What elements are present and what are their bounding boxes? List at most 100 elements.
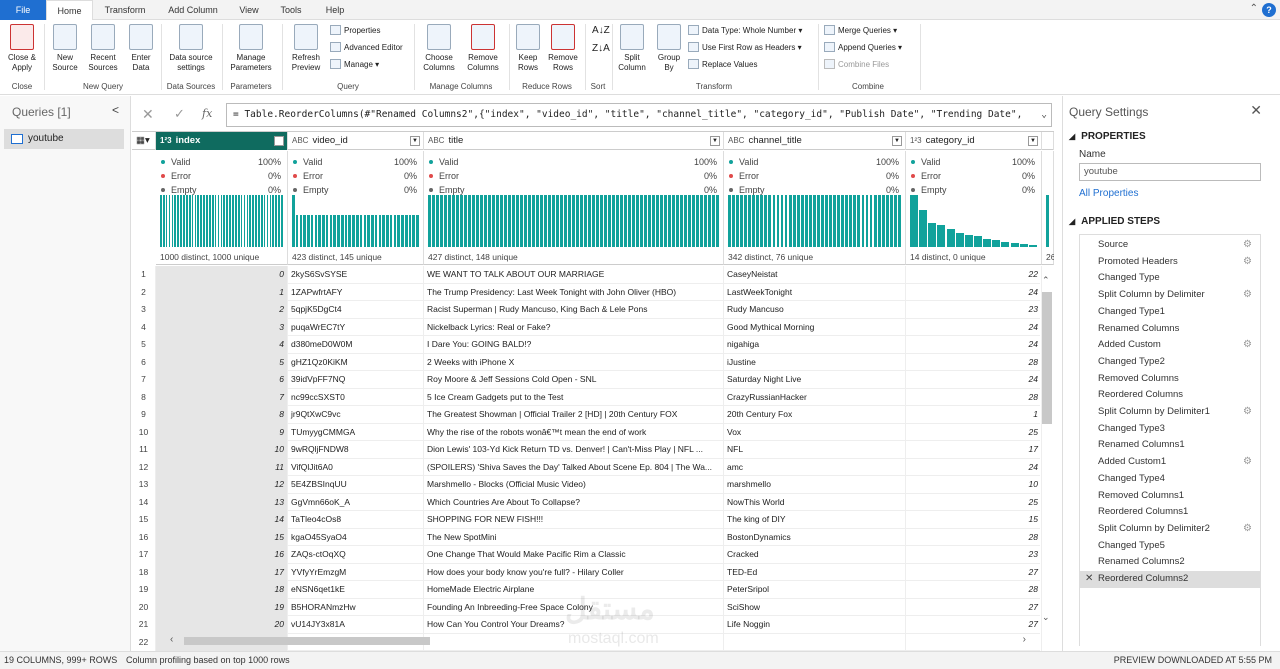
column-header-5[interactable] xyxy=(1042,132,1054,150)
tab-view[interactable]: View xyxy=(232,0,266,20)
column-header-4[interactable]: 1²3 category_id ▼ xyxy=(906,132,1042,150)
split-column-button[interactable]: Split Column xyxy=(614,24,650,73)
append-queries-button[interactable]: Append Queries ▾ xyxy=(824,41,902,55)
column-header-3[interactable]: ABC channel_title ▼ xyxy=(724,132,906,150)
table-cell[interactable]: 13 xyxy=(156,493,288,511)
applied-step[interactable]: Changed Type4 xyxy=(1080,471,1260,488)
properties-button[interactable]: Properties xyxy=(330,24,380,38)
table-cell[interactable]: Life Noggin xyxy=(724,616,906,634)
table-cell[interactable]: B5HORANmzHw xyxy=(288,598,424,616)
table-cell[interactable]: CrazyRussianHacker xyxy=(724,388,906,406)
close-icon[interactable]: ✕ xyxy=(1250,102,1262,119)
scroll-right-icon[interactable]: › xyxy=(1023,634,1026,645)
sort-descending-icon[interactable]: Z↓A xyxy=(592,42,610,56)
table-cell[interactable]: kgaO45SyaO4 xyxy=(288,528,424,546)
scroll-left-icon[interactable]: ‹ xyxy=(170,634,173,645)
table-cell[interactable]: (SPOILERS) 'Shiva Saves the Day' Talked … xyxy=(424,458,724,476)
table-cell[interactable]: NFL xyxy=(724,441,906,459)
table-cell[interactable]: 28 xyxy=(906,581,1042,599)
table-cell[interactable]: 24 xyxy=(906,336,1042,354)
table-cell[interactable]: gHZ1Qz0KiKM xyxy=(288,353,424,371)
table-cell[interactable]: 3 xyxy=(156,318,288,336)
table-cell[interactable]: The New SpotMini xyxy=(424,528,724,546)
table-cell[interactable]: 19 xyxy=(156,598,288,616)
table-row[interactable]: 11 10 9wRQljFNDW8 Dion Lewis' 103-Yd Kick R… xyxy=(132,441,1042,459)
table-row[interactable]: 4 3 puqaWrEC7tY Nickelback Lyrics: Real or … xyxy=(132,318,1042,336)
table-cell[interactable]: 10 xyxy=(906,476,1042,494)
applied-step[interactable]: Split Column by Delimiter ⚙ xyxy=(1080,287,1260,304)
manage-button[interactable]: Manage ▾ xyxy=(330,58,379,72)
table-cell[interactable]: 27 xyxy=(906,598,1042,616)
table-cell[interactable]: 5E4ZBSInqUU xyxy=(288,476,424,494)
tab-transform[interactable]: Transform xyxy=(96,0,154,20)
table-cell[interactable]: Vox xyxy=(724,423,906,441)
applied-step[interactable]: Reordered Columns1 xyxy=(1080,504,1260,521)
properties-heading[interactable]: ◢ PROPERTIES xyxy=(1069,131,1146,142)
table-cell[interactable]: Roy Moore & Jeff Sessions Cold Open - SN… xyxy=(424,371,724,389)
manage-parameters-button[interactable]: Manage Parameters xyxy=(224,24,278,73)
applied-step[interactable]: Split Column by Delimiter2 ⚙ xyxy=(1080,521,1260,538)
gear-icon[interactable]: ⚙ xyxy=(1243,237,1252,254)
table-cell[interactable]: 18 xyxy=(156,581,288,599)
table-cell[interactable]: 2 xyxy=(156,301,288,319)
table-cell[interactable]: VifQlJit6A0 xyxy=(288,458,424,476)
table-cell[interactable]: ZAQs-ctOqXQ xyxy=(288,546,424,564)
recent-sources-button[interactable]: Recent Sources xyxy=(84,24,122,73)
new-source-button[interactable]: New Source xyxy=(48,24,82,73)
type-icon[interactable]: ABC xyxy=(428,136,444,145)
table-cell[interactable]: iJustine xyxy=(724,353,906,371)
table-cell[interactable]: 12 xyxy=(156,476,288,494)
table-row[interactable]: 12 11 VifQlJit6A0 (SPOILERS) 'Shiva Saves t… xyxy=(132,458,1042,476)
enter-data-button[interactable]: Enter Data xyxy=(124,24,158,73)
horizontal-scroll-thumb[interactable] xyxy=(184,637,430,645)
profile-histogram[interactable] xyxy=(728,195,902,247)
table-cell[interactable]: 1 xyxy=(906,406,1042,424)
table-cell[interactable]: 28 xyxy=(906,528,1042,546)
table-cell[interactable]: LastWeekTonight xyxy=(724,283,906,301)
profile-histogram[interactable] xyxy=(292,195,420,247)
delete-step-icon[interactable]: ✕ xyxy=(1085,571,1093,588)
applied-step[interactable]: Changed Type xyxy=(1080,270,1260,287)
table-cell[interactable]: vU14JY3x81A xyxy=(288,616,424,634)
tab-add-column[interactable]: Add Column xyxy=(160,0,226,20)
choose-columns-button[interactable]: Choose Columns xyxy=(418,24,460,73)
table-cell[interactable]: The Trump Presidency: Last Week Tonight … xyxy=(424,283,724,301)
table-cell[interactable]: 15 xyxy=(906,511,1042,529)
applied-step[interactable]: Changed Type1 xyxy=(1080,304,1260,321)
gear-icon[interactable]: ⚙ xyxy=(1243,521,1252,538)
table-cell[interactable]: puqaWrEC7tY xyxy=(288,318,424,336)
table-cell[interactable]: 0 xyxy=(156,266,288,284)
table-cell[interactable]: How does your body know you're full? - H… xyxy=(424,563,724,581)
cancel-formula-icon[interactable]: ✕ xyxy=(142,106,154,123)
table-cell[interactable]: 27 xyxy=(906,563,1042,581)
table-row[interactable]: 14 13 GgVmn66oK_A Which Countries Are About… xyxy=(132,493,1042,511)
table-cell[interactable]: 1ZAPwfrtAFY xyxy=(288,283,424,301)
tab-tools[interactable]: Tools xyxy=(274,0,308,20)
profile-histogram[interactable] xyxy=(1046,195,1050,247)
scroll-down-icon[interactable]: ⌄ xyxy=(1042,612,1050,623)
table-cell[interactable]: 24 xyxy=(906,371,1042,389)
status-profiling[interactable]: Column profiling based on top 1000 rows xyxy=(126,652,290,669)
table-row[interactable]: 5 4 d380meD0W0M I Dare You: GOING BALD!? nig… xyxy=(132,336,1042,354)
applied-step[interactable]: Promoted Headers ⚙ xyxy=(1080,254,1260,271)
collapse-ribbon-icon[interactable]: ⌃ xyxy=(1250,3,1258,17)
table-row[interactable]: 9 8 jr9QtXwC9vc The Greatest Showman | Offi… xyxy=(132,406,1042,424)
table-cell[interactable]: 17 xyxy=(906,441,1042,459)
applied-step[interactable]: Added Custom ⚙ xyxy=(1080,337,1260,354)
table-cell[interactable]: 7 xyxy=(156,388,288,406)
all-properties-link[interactable]: All Properties xyxy=(1079,188,1138,199)
table-cell[interactable]: 5qpjK5DgCt4 xyxy=(288,301,424,319)
table-cell[interactable]: WE WANT TO TALK ABOUT OUR MARRIAGE xyxy=(424,266,724,284)
table-cell[interactable]: 1 xyxy=(156,283,288,301)
table-cell[interactable]: 15 xyxy=(156,528,288,546)
table-menu-icon[interactable]: ▦▾ xyxy=(132,132,156,150)
help-icon[interactable]: ? xyxy=(1262,3,1276,17)
table-cell[interactable]: YVfyYrEmzgM xyxy=(288,563,424,581)
collapse-queries-icon[interactable]: < xyxy=(112,103,119,117)
table-cell[interactable]: BostonDynamics xyxy=(724,528,906,546)
column-header-0[interactable]: 1²3 index ▼ xyxy=(156,132,288,150)
vertical-scroll-thumb[interactable] xyxy=(1042,292,1052,424)
query-item-youtube[interactable]: youtube xyxy=(4,129,124,149)
table-cell[interactable]: NowThis World xyxy=(724,493,906,511)
table-cell[interactable]: GgVmn66oK_A xyxy=(288,493,424,511)
